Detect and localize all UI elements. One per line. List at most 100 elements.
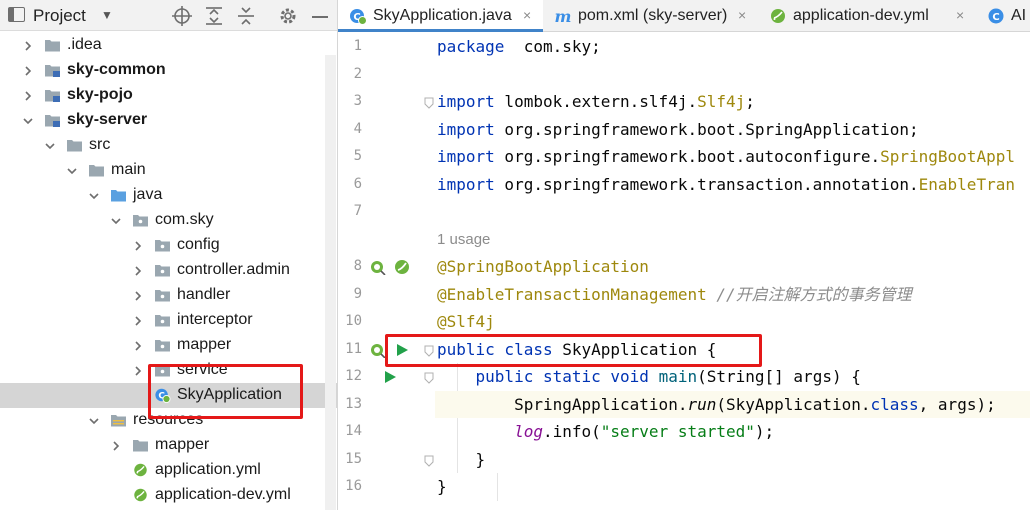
tree-row[interactable]: application.yml [0,458,337,483]
gear-icon[interactable] [277,5,299,27]
tree-row[interactable]: java [0,183,337,208]
code-line[interactable]: SpringApplication.run(SkyApplication.cla… [435,390,1030,418]
locate-icon[interactable] [171,5,193,27]
line-number[interactable]: 3 [338,93,362,109]
tree-row[interactable]: sky-common [0,58,337,83]
code-line[interactable]: } [435,446,1030,473]
tree-item-label: interceptor [177,311,253,328]
run-icon[interactable] [382,369,398,385]
triangle-down-icon[interactable]: ▼ [101,8,113,22]
code-line[interactable] [435,61,1030,88]
editor-tab[interactable]: application-dev.yml × [758,0,976,32]
tree-row[interactable]: main [0,158,337,183]
tree-row[interactable]: interceptor [0,308,337,333]
line-number[interactable]: 11 [338,341,362,357]
chevron-right-icon[interactable] [110,439,122,451]
line-number[interactable]: 9 [338,286,362,302]
line-number[interactable]: 7 [338,203,362,219]
tree-row[interactable]: application-dev.yml [0,483,337,508]
fold-icon[interactable] [424,371,434,384]
code-line[interactable]: } [435,473,1030,500]
tree-row[interactable]: config [0,233,337,258]
expand-all-icon[interactable] [203,5,225,27]
code-token: SpringBootAppl [880,147,1015,166]
tree-row[interactable]: mapper [0,433,337,458]
chevron-right-icon[interactable] [22,39,34,51]
minimize-icon[interactable] [309,5,331,27]
line-number[interactable]: 4 [338,121,362,137]
line-number[interactable]: 15 [338,451,362,467]
line-number[interactable]: 1 [338,38,362,54]
chevron-right-icon[interactable] [132,239,144,251]
collapse-all-icon[interactable] [235,5,257,27]
code-token: lombok.extern.slf4j. [494,92,698,111]
close-icon[interactable]: × [523,7,531,23]
tree-row[interactable]: src [0,133,337,158]
code-area[interactable]: 1 usage package com.sky; import lombok.ext… [435,33,1030,510]
tree-scrollbar[interactable] [325,55,336,510]
close-icon[interactable]: × [738,7,746,23]
chevron-down-icon[interactable] [66,164,78,176]
code-line[interactable]: log.info("server started"); [435,418,1030,445]
code-token: org.springframework.boot. [494,119,746,139]
chevron-right-icon[interactable] [22,64,34,76]
code-line[interactable]: @Slf4j [435,308,1030,335]
tree-row[interactable]: mapper [0,333,337,358]
tree-row[interactable]: .idea [0,33,337,58]
chevron-down-icon[interactable] [44,139,56,151]
line-number[interactable]: 10 [338,313,362,329]
close-icon[interactable]: × [956,7,964,23]
line-number[interactable]: 5 [338,148,362,164]
code-token: main [658,367,698,386]
project-title[interactable]: Project [33,6,86,26]
fold-icon[interactable] [424,454,434,467]
chevron-down-icon[interactable] [22,114,34,126]
editor-tab[interactable]: C SkyApplication.java × [338,0,543,32]
spring-leaf-icon[interactable] [394,259,410,275]
line-number[interactable]: 2 [338,66,362,82]
folder-icon [44,37,61,53]
chevron-right-icon[interactable] [132,339,144,351]
usage-hint[interactable]: 1 usage [437,231,490,248]
tree-row[interactable]: sky-server [0,108,337,133]
tree-row[interactable]: handler [0,283,337,308]
code-line[interactable]: package com.sky; [435,33,1030,60]
spring-bean-icon[interactable] [370,259,386,276]
tree-row[interactable]: com.sky [0,208,337,233]
tree-row[interactable]: sky-pojo [0,83,337,108]
line-number[interactable]: 12 [338,368,362,384]
fold-icon[interactable] [424,96,434,109]
chevron-down-icon[interactable] [110,214,122,226]
line-number[interactable]: 14 [338,423,362,439]
chevron-right-icon[interactable] [22,89,34,101]
code-line[interactable]: @SpringBootApplication [435,253,1030,280]
project-view-icon[interactable] [8,7,25,22]
code-token: SpringApplication [745,119,910,139]
line-number[interactable]: 8 [338,258,362,274]
line-number[interactable]: 16 [338,478,362,494]
spring-bean-icon[interactable] [370,342,386,359]
editor-tab[interactable]: C AI [976,0,1030,32]
tree-item-label: sky-server [67,111,148,128]
chevron-down-icon[interactable] [88,414,100,426]
chevron-right-icon[interactable] [132,364,144,376]
code-line[interactable]: import org.springframework.boot.SpringAp… [435,116,1030,143]
code-line[interactable]: import org.springframework.transaction.a… [435,171,1030,198]
editor-tab-bar: C SkyApplication.java × m pom.xml (sky-serve… [338,0,1030,32]
chevron-right-icon[interactable] [132,314,144,326]
code-line[interactable]: import org.springframework.boot.autoconf… [435,143,1030,170]
code-line[interactable]: @EnableTransactionManagement //开启注解方式的事务… [435,281,1030,308]
tree-row[interactable]: controller.admin [0,258,337,283]
code-line[interactable] [435,198,1030,225]
project-panel: Project ▼ .idea sky-common sky-pojo sky-ser… [0,0,337,510]
code-line[interactable]: public static void main(String[] args) { [435,363,1030,390]
line-number[interactable]: 13 [338,396,362,412]
code-line[interactable]: import lombok.extern.slf4j.Slf4j; [435,88,1030,115]
line-number[interactable]: 6 [338,176,362,192]
chevron-down-icon[interactable] [88,189,100,201]
chevron-right-icon[interactable] [132,289,144,301]
editor-tab[interactable]: m pom.xml (sky-server) × [543,0,758,32]
chevron-right-icon[interactable] [132,264,144,276]
resources-folder-icon [110,412,127,428]
